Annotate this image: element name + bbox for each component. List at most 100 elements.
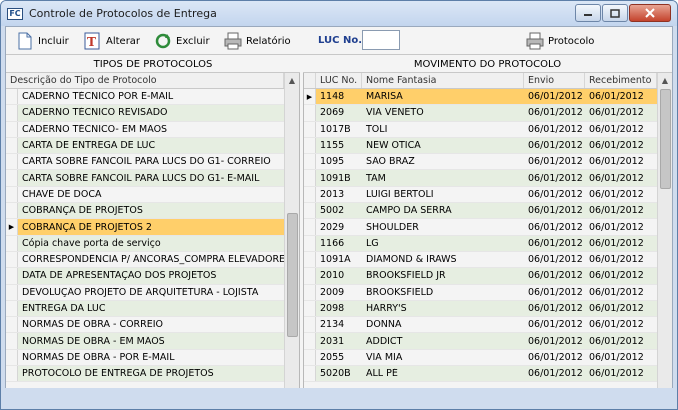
- protocolo-button[interactable]: Protocolo: [526, 30, 594, 52]
- luc-number-input[interactable]: [362, 30, 400, 50]
- row-indicator[interactable]: [6, 170, 18, 186]
- protocol-type-label: CADERNO TÉCNICO REVISADO: [22, 107, 168, 119]
- list-item[interactable]: NORMAS DE OBRA - CORREIO: [6, 317, 284, 334]
- recebimento-cell: 06/01/2012: [589, 221, 644, 233]
- row-indicator[interactable]: [304, 366, 316, 382]
- list-item[interactable]: COBRANÇA DE PROJETOS: [6, 203, 284, 220]
- row-indicator[interactable]: [6, 186, 18, 203]
- list-item[interactable]: CARTA DE ENTREGA DE LUC: [6, 137, 284, 155]
- table-row[interactable]: 2009 BROOKSFIELD 06/01/2012 06/01/2012: [304, 284, 657, 301]
- list-item[interactable]: CADERNO TÉCNICO POR E-MAIL: [6, 89, 284, 106]
- row-indicator[interactable]: [304, 317, 316, 333]
- list-item[interactable]: CADERNO TÉCNICO- EM MÃOS: [6, 121, 284, 138]
- row-indicator[interactable]: [6, 105, 18, 121]
- row-indicator[interactable]: [6, 349, 18, 366]
- row-indicator[interactable]: [304, 186, 316, 203]
- table-row[interactable]: 2031 ADDICT 06/01/2012 06/01/2012: [304, 333, 657, 350]
- table-row[interactable]: 1091A DIAMOND & IRAWS 06/01/2012 06/01/2012: [304, 251, 657, 269]
- row-indicator[interactable]: [6, 235, 18, 251]
- list-item[interactable]: PROTOCOLO DE ENTREGA DE PROJETOS: [6, 366, 284, 383]
- list-item[interactable]: Cópia chave porta de serviço: [6, 235, 284, 252]
- row-indicator[interactable]: [6, 300, 18, 317]
- row-indicator[interactable]: [304, 284, 316, 300]
- table-row[interactable]: 1155 NEW ÓTICA 06/01/2012 06/01/2012: [304, 137, 657, 155]
- column-nome-fantasia[interactable]: Nome Fantasia: [362, 73, 524, 88]
- scroll-up-icon[interactable]: ▲: [658, 73, 672, 88]
- maximize-button[interactable]: [602, 4, 628, 22]
- row-indicator[interactable]: [304, 121, 316, 137]
- row-indicator[interactable]: [304, 300, 316, 317]
- title-bar[interactable]: FC Controle de Protocolos de Entrega: [1, 1, 677, 26]
- table-row[interactable]: 2098 HARRY'S 06/01/2012 06/01/2012: [304, 300, 657, 318]
- row-indicator[interactable]: [304, 251, 316, 268]
- table-row[interactable]: 2069 VIA VENETO 06/01/2012 06/01/2012: [304, 105, 657, 122]
- row-indicator[interactable]: [6, 89, 18, 105]
- luc-no-cell: 2098: [320, 303, 345, 314]
- row-indicator[interactable]: [6, 333, 18, 349]
- recebimento-cell: 06/01/2012: [589, 140, 644, 152]
- row-indicator[interactable]: [304, 235, 316, 251]
- row-indicator[interactable]: [304, 268, 316, 284]
- nome-fantasia-cell: TAM: [366, 172, 386, 184]
- row-indicator[interactable]: [304, 170, 316, 186]
- table-row[interactable]: 2013 LUIGI BERTOLI 06/01/2012 06/01/2012: [304, 186, 657, 204]
- recebimento-cell: 06/01/2012: [589, 107, 644, 119]
- row-indicator[interactable]: [6, 317, 18, 333]
- table-row[interactable]: 2134 DONNA 06/01/2012 06/01/2012: [304, 317, 657, 334]
- close-button[interactable]: [629, 4, 671, 22]
- list-item[interactable]: NORMAS DE OBRA - POR E-MAIL: [6, 349, 284, 367]
- table-row[interactable]: 1017B TOLI 06/01/2012 06/01/2012: [304, 121, 657, 138]
- row-indicator[interactable]: [304, 203, 316, 219]
- row-indicator[interactable]: [6, 251, 18, 268]
- row-indicator[interactable]: [6, 203, 18, 219]
- table-row[interactable]: 1166 LG 06/01/2012 06/01/2012: [304, 235, 657, 252]
- recebimento-cell: 06/01/2012: [589, 237, 644, 249]
- row-indicator[interactable]: [304, 219, 316, 235]
- row-indicator[interactable]: [6, 121, 18, 137]
- table-row[interactable]: 5020B ALL PÉ 06/01/2012 06/01/2012: [304, 366, 657, 383]
- row-indicator[interactable]: [6, 284, 18, 300]
- row-indicator[interactable]: [6, 154, 18, 170]
- list-item[interactable]: DATA DE APRESENTAÇÃO DOS PROJETOS: [6, 268, 284, 285]
- row-indicator[interactable]: [304, 137, 316, 154]
- row-indicator[interactable]: [6, 268, 18, 284]
- row-indicator[interactable]: [6, 137, 18, 154]
- table-row[interactable]: 2029 SHOULDER 06/01/2012 06/01/2012: [304, 219, 657, 236]
- column-luc-no[interactable]: LUC No.: [316, 73, 362, 88]
- table-row[interactable]: 1095 SÃO BRAZ 06/01/2012 06/01/2012: [304, 154, 657, 171]
- row-indicator[interactable]: [304, 154, 316, 170]
- minimize-button[interactable]: [575, 4, 601, 22]
- row-pointer-icon[interactable]: ▶: [6, 219, 18, 235]
- column-recebimento[interactable]: Recebimento: [585, 73, 657, 88]
- row-indicator[interactable]: [304, 333, 316, 349]
- relatorio-button[interactable]: Relatório: [224, 30, 291, 52]
- incluir-button[interactable]: Incluir: [16, 30, 69, 52]
- list-item[interactable]: NORMAS DE OBRA - EM MÃOS: [6, 333, 284, 350]
- scroll-up-icon[interactable]: ▲: [285, 73, 299, 88]
- alterar-button[interactable]: T Alterar: [84, 30, 140, 52]
- left-scrollbar[interactable]: ▲ ▼: [284, 73, 299, 407]
- list-item[interactable]: CORRESPONDÊNCIA P/ ÂNCORAS_COMPRA ELEVAD…: [6, 251, 284, 269]
- list-item[interactable]: CHAVE DE DOCA: [6, 186, 284, 204]
- right-scrollbar[interactable]: ▲ ▼: [657, 73, 672, 407]
- row-indicator[interactable]: [304, 105, 316, 121]
- row-pointer-icon[interactable]: ▶: [304, 89, 316, 105]
- row-indicator[interactable]: [304, 349, 316, 366]
- row-indicator[interactable]: [6, 366, 18, 382]
- list-item[interactable]: DEVOLUÇÃO PROJETO DE ARQUITETURA - LOJIS…: [6, 284, 284, 301]
- table-row[interactable]: 1091B TAM 06/01/2012 06/01/2012: [304, 170, 657, 187]
- table-row[interactable]: 2055 VIA MIA 06/01/2012 06/01/2012: [304, 349, 657, 367]
- list-item[interactable]: ENTREGA DA LUC: [6, 300, 284, 318]
- list-item[interactable]: CARTA SOBRE FANCOIL PARA LUCS DO G1- E-M…: [6, 170, 284, 187]
- list-item[interactable]: CADERNO TÉCNICO REVISADO: [6, 105, 284, 122]
- excluir-button[interactable]: Excluir: [154, 30, 210, 52]
- column-descricao[interactable]: Descrição do Tipo de Protocolo: [6, 73, 284, 88]
- table-row[interactable]: 2010 BROOKSFIELD JR 06/01/2012 06/01/2012: [304, 268, 657, 285]
- column-envio[interactable]: Envio: [524, 73, 585, 88]
- table-row[interactable]: 5002 CAMPO DA SERRA 06/01/2012 06/01/2012: [304, 203, 657, 220]
- list-item[interactable]: ▶ COBRANÇA DE PROJETOS 2: [6, 219, 284, 236]
- table-row[interactable]: ▶ 1148 MARISA 06/01/2012 06/01/2012: [304, 89, 657, 106]
- left-scroll-thumb[interactable]: [287, 213, 298, 337]
- list-item[interactable]: CARTA SOBRE FANCOIL PARA LUCS DO G1- COR…: [6, 154, 284, 171]
- right-scroll-thumb[interactable]: [660, 89, 671, 189]
